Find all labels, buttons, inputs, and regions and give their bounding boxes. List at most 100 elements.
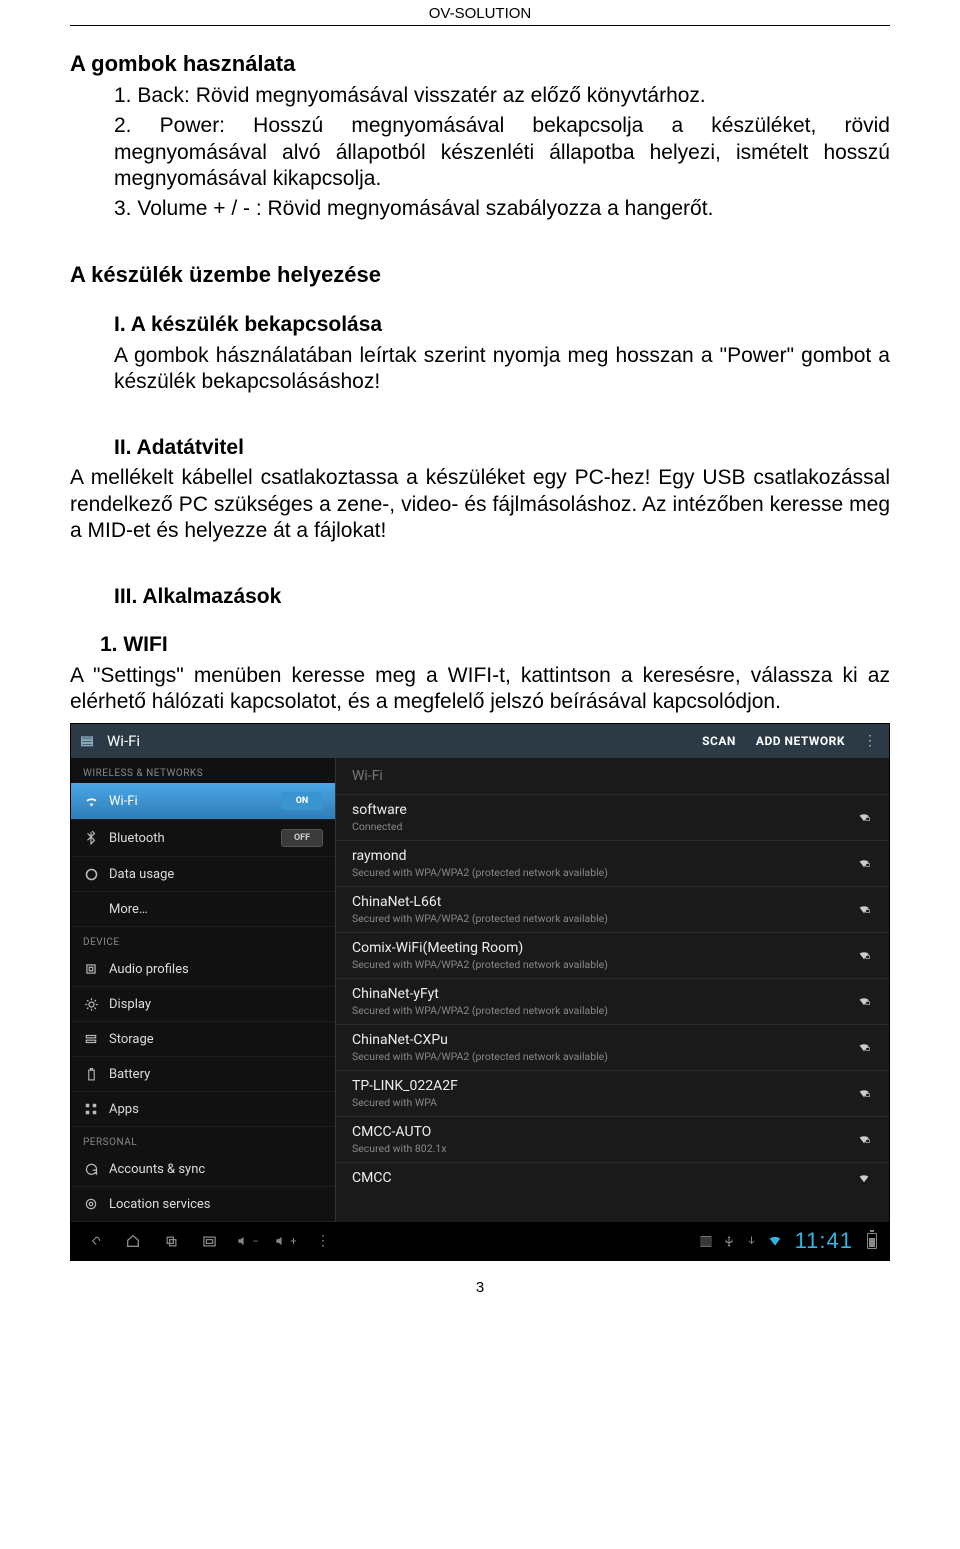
subheading-wifi: 1. WIFI xyxy=(100,632,890,658)
sidebar-item-apps[interactable]: Apps xyxy=(71,1092,335,1127)
wifi-network-item[interactable]: CMCC xyxy=(336,1162,889,1193)
wifi-locked-icon xyxy=(855,1132,873,1147)
sidebar-item-label: Accounts & sync xyxy=(109,1162,323,1177)
sidebar-item-label: Location services xyxy=(109,1197,323,1212)
subheading-power-on: I. A készülék bekapcsolása xyxy=(114,312,890,338)
sync-icon xyxy=(83,1161,99,1177)
sidebar-section-header: PERSONAL xyxy=(71,1127,335,1152)
sidebar-item-storage[interactable]: Storage xyxy=(71,1022,335,1057)
sidebar-item-label: Audio profiles xyxy=(109,962,323,977)
overflow-menu-icon[interactable]: ⋮ xyxy=(859,733,881,749)
sidebar-item-display[interactable]: Display xyxy=(71,987,335,1022)
network-security: Connected xyxy=(352,820,847,833)
paragraph: A mellékelt kábellel csatlakoztassa a ké… xyxy=(70,465,890,544)
wifi-locked-icon xyxy=(855,994,873,1009)
settings-icon xyxy=(79,733,95,749)
page-header: OV-SOLUTION xyxy=(70,0,890,26)
battery-icon xyxy=(83,1066,99,1082)
network-security: Secured with WPA/WPA2 (protected network… xyxy=(352,866,847,879)
audio-icon xyxy=(83,961,99,977)
android-settings-screenshot: Wi-Fi SCAN ADD NETWORK ⋮ WIRELESS & NETW… xyxy=(70,723,890,1261)
back-button[interactable] xyxy=(77,1227,113,1255)
network-ssid: CMCC-AUTO xyxy=(352,1124,847,1140)
network-ssid: ChinaNet-L66t xyxy=(352,894,847,910)
list-item: 1. Back: Rövid megnyomásával visszatér a… xyxy=(114,83,890,109)
network-ssid: ChinaNet-yFyt xyxy=(352,986,847,1002)
sidebar-item-label: Storage xyxy=(109,1032,323,1047)
network-security: Secured with WPA/WPA2 (protected network… xyxy=(352,912,847,925)
sidebar-item-data-usage[interactable]: Data usage xyxy=(71,857,335,892)
sidebar-item-bluetooth[interactable]: Bluetooth OFF xyxy=(71,820,335,857)
volume-down-button[interactable]: − xyxy=(229,1227,265,1255)
volume-up-button[interactable]: + xyxy=(267,1227,303,1255)
network-security: Secured with WPA xyxy=(352,1096,847,1109)
location-icon xyxy=(83,1196,99,1212)
settings-sidebar: WIRELESS & NETWORKS Wi-Fi ON Bluetooth O… xyxy=(71,758,336,1222)
heading-buttons: A gombok használata xyxy=(70,51,890,77)
wifi-network-item[interactable]: CMCC-AUTO Secured with 802.1x xyxy=(336,1116,889,1162)
subheading-apps: III. Alkalmazások xyxy=(114,584,890,610)
sidebar-section-header: WIRELESS & NETWORKS xyxy=(71,758,335,783)
sidebar-item-audio[interactable]: Audio profiles xyxy=(71,952,335,987)
network-ssid: software xyxy=(352,802,847,818)
sidebar-item-label: Wi-Fi xyxy=(109,794,271,809)
wifi-network-item[interactable]: raymond Secured with WPA/WPA2 (protected … xyxy=(336,840,889,886)
sidebar-item-label: Bluetooth xyxy=(109,831,271,846)
wifi-locked-icon xyxy=(855,948,873,963)
network-security: Secured with WPA/WPA2 (protected network… xyxy=(352,958,847,971)
sidebar-item-label: Apps xyxy=(109,1102,323,1117)
screenshot-button[interactable] xyxy=(191,1227,227,1255)
wifi-network-item[interactable]: ChinaNet-L66t Secured with WPA/WPA2 (prot… xyxy=(336,886,889,932)
paragraph: A "Settings" menüben keresse meg a WIFI-… xyxy=(70,663,890,716)
heading-setup: A készülék üzembe helyezése xyxy=(70,262,890,288)
sidebar-item-label: Data usage xyxy=(109,867,323,882)
network-list: Wi-Fi softwareConnectedraymondSecured wi… xyxy=(336,758,889,1222)
bluetooth-toggle[interactable]: OFF xyxy=(281,829,323,847)
status-clock: 11:41 xyxy=(789,1228,859,1254)
add-network-button[interactable]: ADD NETWORK xyxy=(750,734,851,748)
wifi-toggle[interactable]: ON xyxy=(281,792,323,810)
sidebar-item-accounts[interactable]: Accounts & sync xyxy=(71,1152,335,1187)
wifi-icon xyxy=(83,793,99,809)
wifi-network-item[interactable]: Comix-WiFi(Meeting Room)Secured with WPA… xyxy=(336,932,889,978)
blank-icon xyxy=(83,901,99,917)
wifi-network-item[interactable]: ChinaNet-yFyt Secured with WPA/WPA2 (prot… xyxy=(336,978,889,1024)
bluetooth-icon xyxy=(83,830,99,846)
network-ssid: TP-LINK_022A2F xyxy=(352,1078,847,1094)
list-item: 2. Power: Hosszú megnyomásával bekapcsol… xyxy=(114,113,890,192)
download-icon xyxy=(741,1234,761,1248)
network-ssid: ChinaNet-CXPu xyxy=(352,1032,847,1048)
network-ssid: CMCC xyxy=(352,1170,847,1186)
wifi-locked-icon xyxy=(855,810,873,825)
sidebar-item-wifi[interactable]: Wi-Fi ON xyxy=(71,783,335,820)
navigation-bar: − + ⋮ ▥ 11:41 xyxy=(71,1222,889,1260)
scan-button[interactable]: SCAN xyxy=(696,734,742,748)
recent-apps-button[interactable] xyxy=(153,1227,189,1255)
page-number: 3 xyxy=(70,1279,890,1296)
display-icon xyxy=(83,996,99,1012)
network-security: Secured with 802.1x xyxy=(352,1142,847,1155)
sidebar-item-location[interactable]: Location services xyxy=(71,1187,335,1222)
wifi-open-icon xyxy=(855,1171,873,1186)
storage-icon xyxy=(83,1031,99,1047)
data-usage-icon xyxy=(83,866,99,882)
notification-icon[interactable]: ▥ xyxy=(695,1233,716,1249)
wifi-network-item[interactable]: software Connected xyxy=(336,794,889,840)
home-button[interactable] xyxy=(115,1227,151,1255)
list-item: 3. Volume + / - : Rövid megnyomásával sz… xyxy=(114,196,890,222)
network-security: Secured with WPA/WPA2 (protected network… xyxy=(352,1004,847,1017)
sidebar-item-label: More… xyxy=(109,902,323,917)
wifi-network-item[interactable]: TP-LINK_022A2F Secured with WPA xyxy=(336,1070,889,1116)
subheading-data-transfer: II. Adatátvitel xyxy=(114,435,890,461)
usb-icon xyxy=(719,1234,739,1248)
titlebar-title: Wi-Fi xyxy=(107,732,140,750)
network-ssid: raymond xyxy=(352,848,847,864)
sidebar-item-more[interactable]: More… xyxy=(71,892,335,927)
paragraph: A gombok hásználatában leírtak szerint n… xyxy=(114,343,890,396)
sidebar-item-label: Display xyxy=(109,997,323,1012)
menu-button[interactable]: ⋮ xyxy=(305,1227,341,1255)
sidebar-section-header: DEVICE xyxy=(71,927,335,952)
wifi-network-item[interactable]: ChinaNet-CXPuSecured with WPA/WPA2 (prot… xyxy=(336,1024,889,1070)
sidebar-item-battery[interactable]: Battery xyxy=(71,1057,335,1092)
wifi-locked-icon xyxy=(855,902,873,917)
